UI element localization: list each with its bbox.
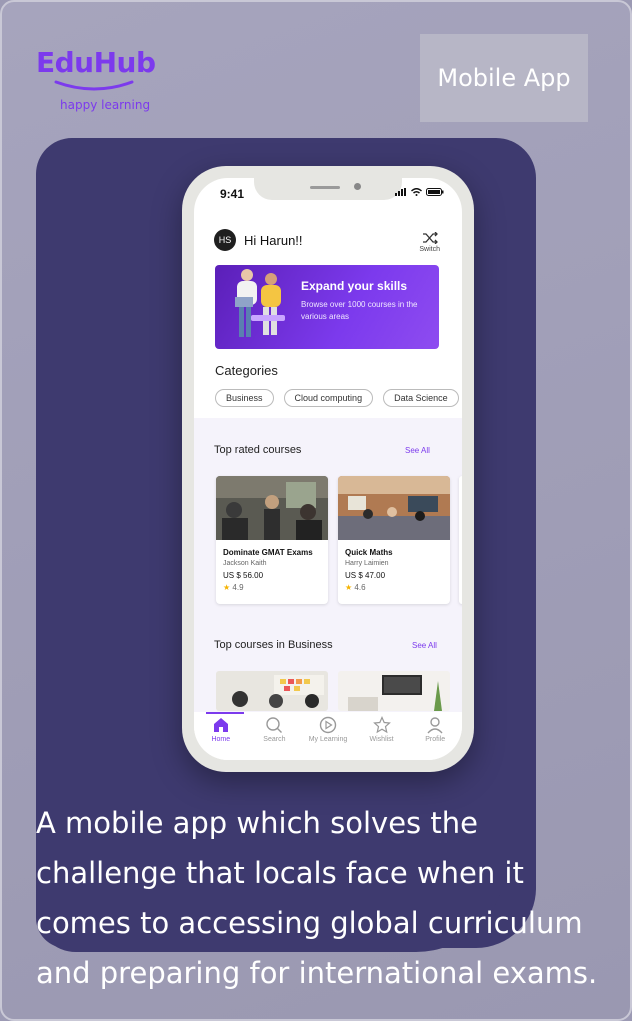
phone-screen: 9:41 HS Hi Harun!! Switch Expand your sk… bbox=[194, 178, 462, 760]
tab-profile[interactable]: Profile bbox=[410, 716, 460, 760]
course-price: US $ 56.00 bbox=[223, 571, 264, 580]
switch-label: Switch bbox=[419, 246, 440, 253]
top-rated-heading: Top rated courses bbox=[214, 444, 302, 456]
course-price: US $ 47.00 bbox=[345, 571, 386, 580]
search-icon bbox=[266, 717, 283, 733]
tab-label: My Learning bbox=[308, 736, 348, 743]
tab-my-learning[interactable]: My Learning bbox=[303, 716, 353, 760]
camera bbox=[354, 183, 361, 190]
business-heading: Top courses in Business bbox=[214, 639, 333, 651]
active-tab-indicator bbox=[205, 712, 244, 714]
tab-wishlist[interactable]: Wishlist bbox=[357, 716, 407, 760]
status-icons bbox=[395, 188, 444, 196]
showcase-card: EduHub happy learning Mobile App 9:41 HS… bbox=[0, 0, 632, 1021]
category-chips: Business Cloud computing Data Science bbox=[215, 389, 459, 407]
phone-notch bbox=[254, 178, 402, 200]
course-thumbnail bbox=[216, 476, 328, 540]
business-course-thumbnail[interactable] bbox=[338, 671, 450, 711]
status-time: 9:41 bbox=[220, 187, 245, 201]
greeting-text: Hi Harun!! bbox=[244, 232, 303, 248]
user-icon bbox=[427, 717, 443, 734]
course-card[interactable]: Dominate GMAT Exams Jackson Kaith US $ 5… bbox=[216, 476, 328, 604]
battery-icon bbox=[426, 188, 444, 196]
mobile-app-badge: Mobile App bbox=[420, 34, 588, 122]
app-description: A mobile app which solves the challenge … bbox=[36, 806, 598, 990]
course-title: Quick Maths bbox=[345, 548, 393, 557]
business-course-thumbnail[interactable] bbox=[216, 671, 328, 711]
tab-label: Home bbox=[211, 736, 231, 743]
course-thumbnail bbox=[338, 476, 450, 540]
tab-label: Profile bbox=[425, 736, 446, 743]
tab-search[interactable]: Search bbox=[249, 716, 299, 760]
course-title: Dominate GMAT Exams bbox=[223, 548, 313, 557]
bottom-tab-bar: Home Search My Learning Wishlist Profile bbox=[194, 712, 462, 760]
logo-tagline: happy learning bbox=[60, 98, 151, 112]
category-chip-data-science[interactable]: Data Science bbox=[383, 389, 459, 407]
categories-heading: Categories bbox=[215, 363, 278, 378]
logo-smile-icon bbox=[54, 80, 134, 91]
next-course-card-peek[interactable] bbox=[459, 476, 462, 604]
course-author: Harry Laimien bbox=[345, 560, 389, 567]
course-author: Jackson Kaith bbox=[223, 560, 267, 567]
business-see-all[interactable]: See All bbox=[412, 641, 437, 650]
course-rating: ★ 4.6 bbox=[345, 583, 366, 592]
home-icon bbox=[213, 718, 228, 732]
shuffle-icon bbox=[422, 231, 438, 245]
eduhub-logo: EduHub happy learning bbox=[36, 46, 156, 112]
star-icon bbox=[372, 716, 391, 734]
banner-subtitle: Browse over 1000 courses in the various … bbox=[301, 300, 418, 321]
avatar[interactable]: HS bbox=[214, 229, 236, 251]
switch-button[interactable]: Switch bbox=[419, 231, 440, 253]
category-chip-cloud-computing[interactable]: Cloud computing bbox=[283, 389, 374, 407]
category-chip-business[interactable]: Business bbox=[215, 389, 274, 407]
promo-banner[interactable]: Expand your skills Browse over 1000 cour… bbox=[215, 265, 439, 349]
top-rated-see-all[interactable]: See All bbox=[405, 446, 430, 455]
tab-label: Search bbox=[263, 736, 286, 743]
course-rating: ★ 4.9 bbox=[223, 583, 244, 592]
signal-icon bbox=[395, 188, 406, 196]
course-card[interactable]: Quick Maths Harry Laimien US $ 47.00 ★ 4… bbox=[338, 476, 450, 604]
course-rating-value: 4.9 bbox=[232, 583, 244, 592]
speaker bbox=[310, 186, 340, 189]
greeting-row: HS Hi Harun!! bbox=[214, 229, 303, 251]
logo-text: EduHub bbox=[36, 46, 156, 79]
tab-home[interactable]: Home bbox=[196, 712, 246, 760]
star-icon: ★ bbox=[223, 583, 231, 592]
tab-label: Wishlist bbox=[369, 736, 394, 743]
phone-mockup: 9:41 HS Hi Harun!! Switch Expand your sk… bbox=[182, 166, 474, 772]
wifi-icon bbox=[411, 188, 422, 196]
play-circle-icon bbox=[319, 716, 337, 734]
banner-title: Expand your skills bbox=[301, 279, 408, 293]
students-illustration bbox=[235, 269, 285, 337]
course-rating-value: 4.6 bbox=[354, 583, 366, 592]
star-icon: ★ bbox=[345, 583, 353, 592]
